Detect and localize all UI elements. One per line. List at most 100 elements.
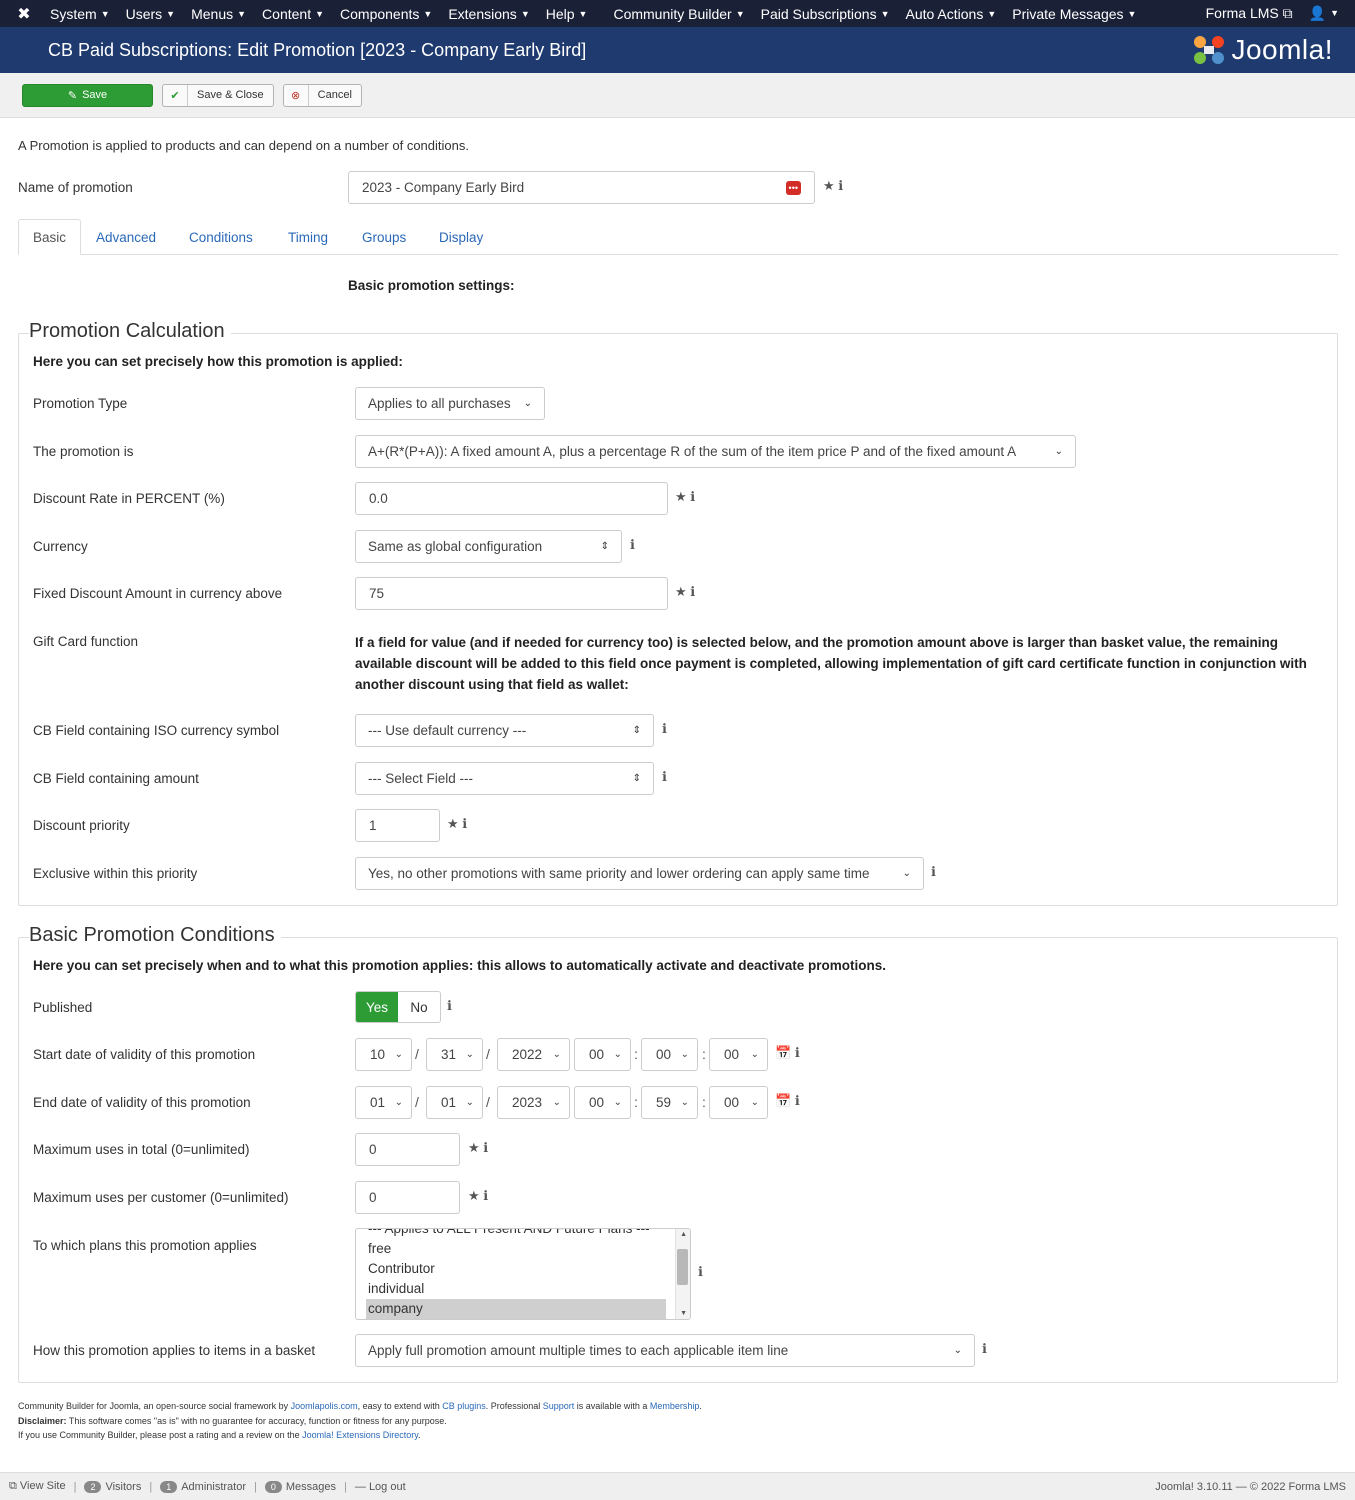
plan-option[interactable]: individual [356,1279,666,1299]
scroll-down-icon[interactable]: ▼ [680,1310,687,1317]
support-link[interactable]: Support [543,1401,575,1411]
exclusive-info-icon[interactable]: ℹ [931,864,936,880]
info-icon[interactable]: ℹ [483,1140,488,1155]
end-minute-select[interactable]: 59 ⌄ [641,1086,698,1119]
conditions-description: Here you can set precisely when and to w… [33,958,886,973]
tab-advanced[interactable]: Advanced [96,219,156,255]
info-icon[interactable]: ℹ [690,584,695,599]
exclusive-select[interactable]: Yes, no other promotions with same prior… [355,857,924,890]
cb-plugins-link[interactable]: CB plugins [442,1401,486,1411]
plan-option[interactable]: --- Applies to ALL Present AND Future Pl… [356,1229,666,1239]
basket-info-icon[interactable]: ℹ [982,1341,987,1357]
discount-rate-input[interactable]: 0.0 [355,482,668,515]
menu-extensions[interactable]: Extensions ▼ [448,6,529,22]
info-icon[interactable]: ℹ [462,816,467,831]
listbox-scroll-thumb[interactable] [677,1249,688,1285]
published-no-button[interactable]: No [398,992,440,1022]
fixed-amount-input[interactable]: 75 [355,577,668,610]
menu-help[interactable]: Help ▼ [546,6,588,22]
membership-link[interactable]: Membership [650,1401,700,1411]
iso-field-label: CB Field containing ISO currency symbol [33,723,280,738]
end-year-select[interactable]: 2023 ⌄ [497,1086,570,1119]
joomlapolis-link[interactable]: Joomlapolis.com [291,1401,358,1411]
required-info-icons: ★ ℹ [823,178,843,194]
currency-select[interactable]: Same as global configuration ⇕ [355,530,622,563]
priority-input[interactable]: 1 [355,809,440,842]
lastpass-icon[interactable]: ••• [785,180,801,195]
start-date-icons: 📅 ℹ [775,1045,800,1061]
save-close-button[interactable]: ✔ Save & Close [162,83,274,107]
published-yes-button[interactable]: Yes [356,992,398,1022]
gift-card-note: If a field for value (and if needed for … [355,635,1307,692]
menu-components[interactable]: Components ▼ [340,6,432,22]
plans-info-icon[interactable]: ℹ [698,1264,703,1280]
chevron-down-icon: ⌄ [613,1049,622,1060]
menu-auto-actions[interactable]: Auto Actions ▼ [906,6,997,22]
start-year-select[interactable]: 2022 ⌄ [497,1038,570,1071]
star-icon: ★ [675,489,687,504]
menu-users[interactable]: Users ▼ [126,6,175,22]
info-icon[interactable]: ℹ [483,1188,488,1203]
jed-link[interactable]: Joomla! Extensions Directory [302,1430,418,1440]
menu-private-messages[interactable]: Private Messages ▼ [1012,6,1136,22]
iso-info-icon[interactable]: ℹ [662,721,667,737]
currency-info-icon[interactable]: ℹ [630,537,635,553]
messages-link[interactable]: 0 Messages [264,1480,336,1493]
site-link[interactable]: Forma LMS ⧉ [1206,5,1293,22]
plan-option-selected[interactable]: company [366,1299,666,1319]
amount-field-select[interactable]: --- Select Field --- ⇕ [355,762,654,795]
tab-display[interactable]: Display [439,219,483,255]
promotion-is-select[interactable]: A+(R*(P+A)): A fixed amount A, plus a pe… [355,435,1076,468]
tab-basic[interactable]: Basic [18,219,82,255]
administrator-link[interactable]: 1 Administrator [160,1480,246,1493]
save-button[interactable]: ✎ Save [22,83,153,107]
menu-system[interactable]: System ▼ [50,6,110,22]
info-icon[interactable]: ℹ [690,489,695,504]
menu-menus[interactable]: Menus ▼ [191,6,246,22]
start-minute-select[interactable]: 00 ⌄ [641,1038,698,1071]
max-total-input[interactable]: 0 [355,1133,460,1166]
max-customer-input[interactable]: 0 [355,1181,460,1214]
user-menu[interactable]: 👤 ▼ [1309,5,1339,22]
name-input[interactable]: 2023 - Company Early Bird ••• [348,171,815,204]
end-hour-select[interactable]: 00 ⌄ [574,1086,631,1119]
start-hour-select[interactable]: 00 ⌄ [574,1038,631,1071]
tab-timing[interactable]: Timing [288,219,328,255]
start-month-select[interactable]: 10 ⌄ [355,1038,412,1071]
plans-listbox[interactable]: --- Applies to ALL Present AND Future Pl… [355,1228,691,1320]
scroll-up-icon[interactable]: ▲ [680,1231,687,1238]
end-day-select[interactable]: 01 ⌄ [426,1086,483,1119]
amount-info-icon[interactable]: ℹ [662,769,667,785]
start-second-select[interactable]: 00 ⌄ [709,1038,768,1071]
info-icon[interactable]: ℹ [795,1045,800,1060]
tab-conditions[interactable]: Conditions [189,219,253,255]
max-customer-value: 0 [369,1190,377,1205]
iso-field-select[interactable]: --- Use default currency --- ⇕ [355,714,654,747]
view-site-link[interactable]: ⧉ View Site [9,1480,66,1493]
end-second-select[interactable]: 00 ⌄ [709,1086,768,1119]
menu-content[interactable]: Content ▼ [262,6,324,22]
logout-link[interactable]: — Log out [355,1481,406,1493]
plan-option[interactable]: Contributor [356,1259,666,1279]
star-icon: ★ [468,1188,480,1203]
calendar-icon[interactable]: 📅 [775,1093,791,1108]
plan-option[interactable]: free [356,1239,666,1259]
name-label: Name of promotion [18,180,133,195]
tab-groups[interactable]: Groups [362,219,406,255]
info-icon[interactable]: ℹ [795,1093,800,1108]
published-info-icon[interactable]: ℹ [447,998,452,1014]
info-icon[interactable]: ℹ [838,178,843,193]
cancel-button[interactable]: ⊗ Cancel [282,83,362,107]
chevron-down-icon: ⌄ [465,1097,474,1108]
visitors-link[interactable]: 2 Visitors [84,1480,141,1493]
menu-paid-subscriptions[interactable]: Paid Subscriptions ▼ [761,6,890,22]
joomla-menu-icon[interactable]: ✖ [14,4,34,24]
basket-select[interactable]: Apply full promotion amount multiple tim… [355,1334,975,1367]
version-text: Joomla! 3.10.11 — © 2022 Forma LMS [1155,1480,1346,1493]
menu-community-builder[interactable]: Community Builder ▼ [613,6,744,22]
end-month-select[interactable]: 01 ⌄ [355,1086,412,1119]
promotion-type-select[interactable]: Applies to all purchases ⌄ [355,387,545,420]
calendar-icon[interactable]: 📅 [775,1045,791,1060]
start-day-select[interactable]: 31 ⌄ [426,1038,483,1071]
tab-label: Groups [362,229,407,245]
